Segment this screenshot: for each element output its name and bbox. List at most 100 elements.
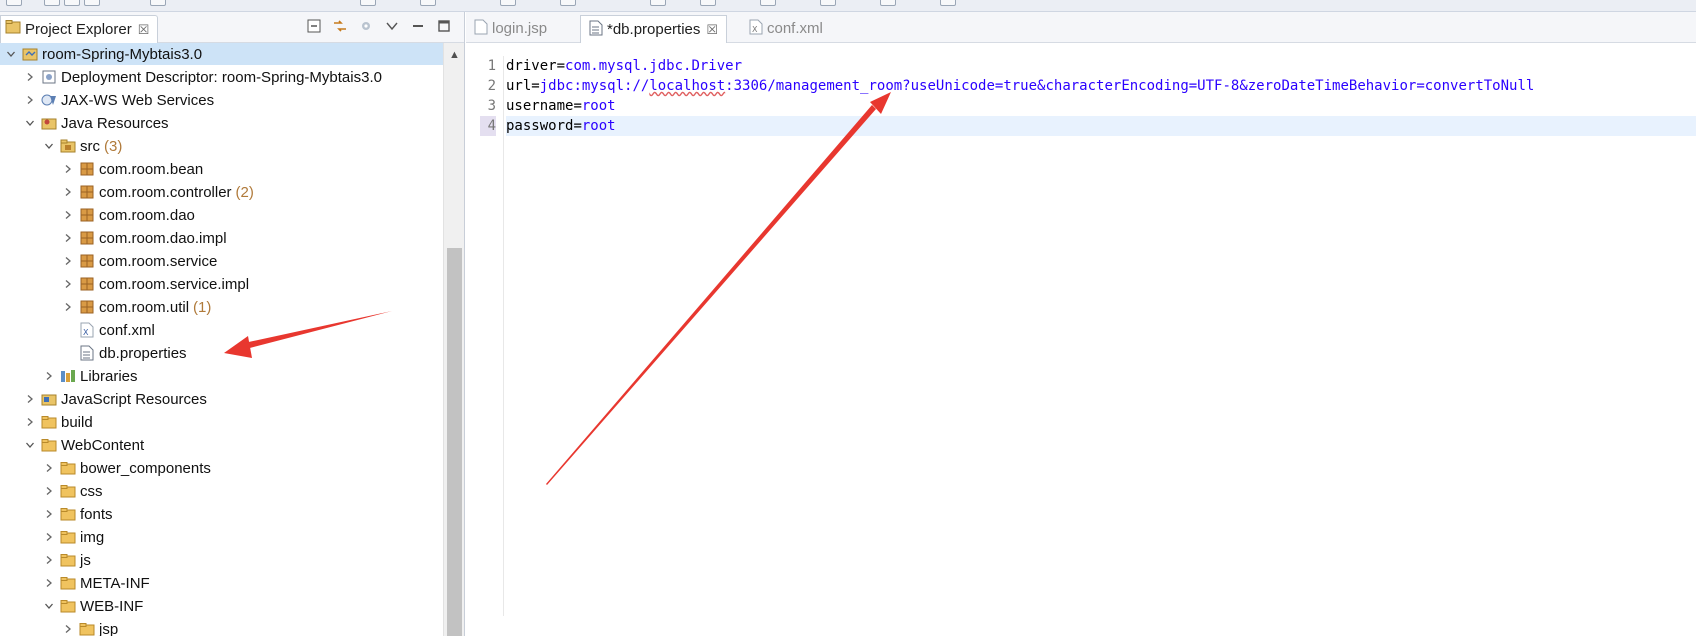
chevron-right-icon[interactable] [23, 89, 37, 111]
tree-item-label: com.room.service.impl [99, 275, 250, 293]
chevron-down-icon[interactable] [42, 135, 56, 157]
close-tab-icon[interactable]: ☒ [138, 22, 150, 38]
tree-item[interactable]: bower_components [0, 457, 443, 479]
tree-item[interactable]: css [0, 480, 443, 502]
tab-conf-xml[interactable]: X conf.xml [741, 15, 831, 42]
tree-item[interactable]: com.room.dao.impl [0, 227, 443, 249]
tab-label: *db.properties [607, 21, 701, 38]
chevron-right-icon[interactable] [61, 296, 75, 318]
code-line[interactable]: username=root [506, 96, 1696, 116]
tree-item-label: src [80, 137, 100, 155]
chevron-right-icon[interactable] [61, 181, 75, 203]
property-key: password [506, 118, 574, 134]
tab-login-jsp[interactable]: login.jsp [466, 15, 555, 42]
chevron-right-icon[interactable] [61, 158, 75, 180]
tab-label: conf.xml [767, 20, 823, 37]
code-area[interactable]: driver=com.mysql.jdbc.Driver url=jdbc:my… [506, 56, 1696, 136]
chevron-down-icon[interactable] [42, 595, 56, 617]
tree-item-label: conf.xml [99, 321, 155, 339]
project-icon [22, 46, 38, 62]
chevron-right-icon[interactable] [42, 526, 56, 548]
editor-tab-bar: login.jsp *db.properties ☒ X conf.xml [466, 12, 1696, 43]
chevron-right-icon[interactable] [42, 457, 56, 479]
property-value: jdbc:mysql:// [539, 78, 650, 94]
maximize-icon[interactable] [436, 18, 452, 34]
tree-item[interactable]: Deployment Descriptor: room-Spring-Mybta… [0, 66, 443, 88]
package-icon [79, 207, 95, 223]
tree-item[interactable]: com.room.bean [0, 158, 443, 180]
explorer-scrollbar[interactable]: ▲ [443, 43, 464, 636]
package-icon [79, 184, 95, 200]
java-resources-icon [41, 115, 57, 131]
package-icon [79, 161, 95, 177]
tree-item[interactable]: WebContent [0, 434, 443, 456]
tree-item-count: (3) [104, 137, 123, 155]
tree-item[interactable]: fonts [0, 503, 443, 525]
tree-item[interactable]: META-INF [0, 572, 443, 594]
editor-panel: login.jsp *db.properties ☒ X conf.xml 1 … [466, 12, 1696, 636]
chevron-right-icon[interactable] [61, 204, 75, 226]
code-line[interactable]: url=jdbc:mysql://localhost:3306/manageme… [506, 76, 1696, 96]
tree-item[interactable]: JavaScript Resources [0, 388, 443, 410]
chevron-right-icon[interactable] [61, 618, 75, 636]
scroll-up-arrow-icon[interactable]: ▲ [444, 47, 464, 63]
tree-item[interactable]: src (3) [0, 135, 443, 157]
text-editor[interactable]: 1 2 3 4 driver=com.mysql.jdbc.Driver url… [466, 43, 1696, 636]
tree-item[interactable]: Libraries [0, 365, 443, 387]
tree-item[interactable]: js [0, 549, 443, 571]
scrollbar-thumb[interactable] [447, 248, 462, 636]
chevron-down-icon[interactable] [23, 434, 37, 456]
tree-item-label: com.room.dao.impl [99, 229, 227, 247]
tree-item-label: META-INF [80, 574, 150, 592]
chevron-right-icon[interactable] [42, 503, 56, 525]
tree-item[interactable]: JAX-WS Web Services [0, 89, 443, 111]
deployment-descriptor-icon [41, 69, 57, 85]
folder-icon [60, 483, 76, 499]
chevron-right-icon[interactable] [61, 227, 75, 249]
chevron-right-icon[interactable] [42, 572, 56, 594]
tree-item[interactable]: jsp [0, 618, 443, 636]
tree-item[interactable]: com.room.dao [0, 204, 443, 226]
chevron-right-icon[interactable] [61, 273, 75, 295]
package-icon [79, 230, 95, 246]
tree-item[interactable]: com.room.controller (2) [0, 181, 443, 203]
tree-item[interactable]: db.properties [0, 342, 443, 364]
view-menu-icon[interactable] [384, 18, 400, 34]
minimize-icon[interactable] [410, 18, 426, 34]
code-line[interactable]: driver=com.mysql.jdbc.Driver [506, 56, 1696, 76]
link-with-editor-icon[interactable] [332, 18, 348, 34]
tree-item[interactable]: build [0, 411, 443, 433]
code-line-current[interactable]: password=root [506, 116, 1696, 136]
chevron-right-icon[interactable] [42, 365, 56, 387]
tree-item[interactable]: img [0, 526, 443, 548]
tree-item[interactable]: com.room.service.impl [0, 273, 443, 295]
tree-item[interactable]: room-Spring-Mybtais3.0 [0, 43, 443, 65]
tree-item[interactable]: WEB-INF [0, 595, 443, 617]
tree-item-label: room-Spring-Mybtais3.0 [42, 45, 203, 63]
tree-item-label: jsp [99, 620, 119, 636]
property-value: com.mysql.jdbc.Driver [565, 58, 743, 74]
chevron-right-icon[interactable] [61, 250, 75, 272]
collapse-all-icon[interactable] [306, 18, 322, 34]
chevron-right-icon[interactable] [23, 388, 37, 410]
close-tab-icon[interactable]: ☒ [706, 22, 718, 38]
tree-item[interactable]: com.room.util (1) [0, 296, 443, 318]
tab-project-explorer[interactable]: Project Explorer ☒ [0, 15, 159, 43]
chevron-right-icon[interactable] [23, 66, 37, 88]
tree-item[interactable]: com.room.service [0, 250, 443, 272]
tab-db-properties[interactable]: *db.properties ☒ [580, 15, 728, 43]
tree-item[interactable]: Java Resources [0, 112, 443, 134]
filter-icon[interactable] [358, 18, 374, 34]
chevron-right-icon[interactable] [42, 549, 56, 571]
tree-item[interactable]: Xconf.xml [0, 319, 443, 341]
tree-item-label: js [80, 551, 91, 569]
chevron-down-icon[interactable] [23, 112, 37, 134]
project-explorer-panel: Project Explorer ☒ room-Spring-Mybtais3.… [0, 12, 465, 636]
package-icon [79, 253, 95, 269]
chevron-right-icon[interactable] [23, 411, 37, 433]
properties-file-icon [79, 345, 95, 361]
chevron-right-icon[interactable] [42, 480, 56, 502]
folder-icon [60, 598, 76, 614]
chevron-down-icon[interactable] [4, 43, 18, 65]
